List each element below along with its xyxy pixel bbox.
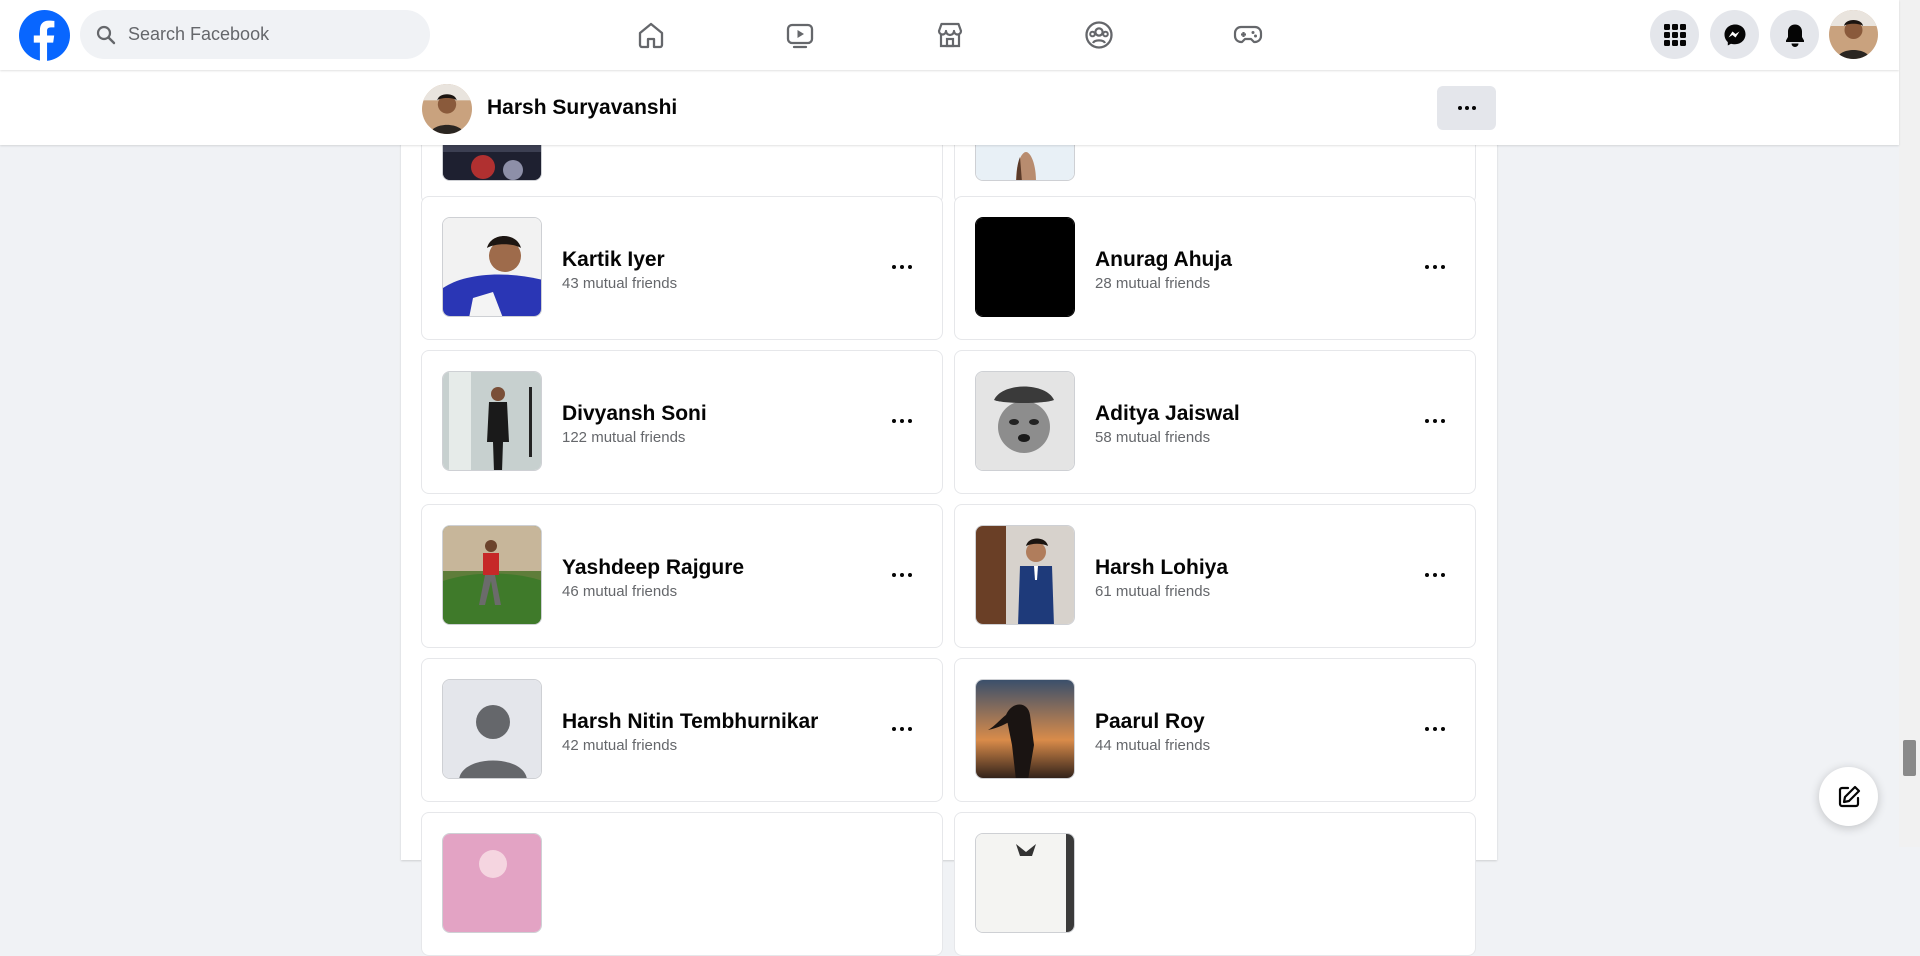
nav-home[interactable] xyxy=(596,8,706,62)
groups-icon xyxy=(1085,21,1113,49)
nav-watch[interactable] xyxy=(745,8,855,62)
profile-header: Harsh Suryavanshi xyxy=(0,70,1899,145)
friend-name[interactable]: Anurag Ahuja xyxy=(1095,248,1232,272)
gaming-icon xyxy=(1233,25,1263,44)
friend-card[interactable]: Harsh Lohiya 61 mutual friends xyxy=(954,504,1476,648)
friend-photo[interactable] xyxy=(442,371,542,471)
friend-name[interactable]: Aditya Jaiswal xyxy=(1095,402,1240,426)
friend-card[interactable]: Aditya Jaiswal 58 mutual friends xyxy=(954,350,1476,494)
friend-options-button[interactable] xyxy=(884,249,920,285)
notifications-button[interactable] xyxy=(1770,10,1819,59)
more-icon xyxy=(1425,419,1445,423)
friend-photo[interactable] xyxy=(975,679,1075,779)
top-navigation-bar xyxy=(0,0,1899,70)
home-icon xyxy=(638,22,664,49)
more-icon xyxy=(1425,727,1445,731)
friend-photo xyxy=(975,833,1075,933)
friend-options-button[interactable] xyxy=(1417,557,1453,593)
more-icon xyxy=(892,265,912,269)
watch-icon xyxy=(786,23,814,49)
friend-card[interactable]: Kartik Iyer 43 mutual friends xyxy=(421,196,943,340)
menu-button[interactable] xyxy=(1650,10,1699,59)
friend-card[interactable]: Yashdeep Rajgure 46 mutual friends xyxy=(421,504,943,648)
more-icon xyxy=(892,419,912,423)
scrollbar-thumb[interactable] xyxy=(1903,740,1916,776)
more-icon xyxy=(892,727,912,731)
more-icon xyxy=(1457,106,1476,110)
more-icon xyxy=(1425,265,1445,269)
facebook-logo-icon[interactable] xyxy=(19,10,70,61)
mutual-friends-count[interactable]: 43 mutual friends xyxy=(562,275,677,292)
friend-card-partial[interactable] xyxy=(954,812,1476,956)
friend-photo[interactable] xyxy=(975,525,1075,625)
messenger-icon xyxy=(1724,24,1745,45)
friend-card-partial[interactable] xyxy=(421,812,943,956)
friend-card[interactable]: Anurag Ahuja 28 mutual friends xyxy=(954,196,1476,340)
profile-more-button[interactable] xyxy=(1437,86,1496,130)
search-icon xyxy=(96,25,116,45)
friend-photo[interactable] xyxy=(442,217,542,317)
profile-avatar[interactable] xyxy=(422,84,472,134)
nav-groups[interactable] xyxy=(1044,8,1154,62)
new-message-button[interactable] xyxy=(1819,767,1878,826)
friend-photo xyxy=(442,833,542,933)
more-icon xyxy=(1425,573,1445,577)
account-avatar[interactable] xyxy=(1829,10,1878,59)
default-avatar-icon xyxy=(443,680,541,778)
scrollbar-track[interactable] xyxy=(1899,0,1920,847)
friend-name[interactable]: Kartik Iyer xyxy=(562,248,665,272)
friend-options-button[interactable] xyxy=(1417,403,1453,439)
friend-card[interactable]: Divyansh Soni 122 mutual friends xyxy=(421,350,943,494)
friend-photo[interactable] xyxy=(442,679,542,779)
messenger-button[interactable] xyxy=(1710,10,1759,59)
mutual-friends-count[interactable]: 61 mutual friends xyxy=(1095,583,1210,600)
friend-card[interactable]: Paarul Roy 44 mutual friends xyxy=(954,658,1476,802)
friend-photo[interactable] xyxy=(442,525,542,625)
friend-name[interactable]: Yashdeep Rajgure xyxy=(562,556,744,580)
mutual-friends-count[interactable]: 42 mutual friends xyxy=(562,737,677,754)
mutual-friends-count[interactable]: 46 mutual friends xyxy=(562,583,677,600)
more-icon xyxy=(892,573,912,577)
search-input[interactable] xyxy=(126,23,410,46)
friend-name[interactable]: Harsh Lohiya xyxy=(1095,556,1228,580)
friend-card[interactable]: Harsh Nitin Tembhurnikar 42 mutual frien… xyxy=(421,658,943,802)
profile-name[interactable]: Harsh Suryavanshi xyxy=(487,96,677,120)
friend-options-button[interactable] xyxy=(1417,249,1453,285)
mutual-friends-count[interactable]: 58 mutual friends xyxy=(1095,429,1210,446)
friend-name[interactable]: Harsh Nitin Tembhurnikar xyxy=(562,710,818,734)
friend-photo[interactable] xyxy=(975,371,1075,471)
marketplace-icon xyxy=(937,22,963,48)
notifications-icon xyxy=(1785,24,1804,47)
friend-options-button[interactable] xyxy=(884,557,920,593)
friend-options-button[interactable] xyxy=(884,403,920,439)
mutual-friends-count[interactable]: 44 mutual friends xyxy=(1095,737,1210,754)
mutual-friends-count[interactable]: 28 mutual friends xyxy=(1095,275,1210,292)
nav-marketplace[interactable] xyxy=(895,8,1005,62)
friend-name[interactable]: Divyansh Soni xyxy=(562,402,707,426)
search-bar[interactable] xyxy=(80,10,430,59)
nav-gaming[interactable] xyxy=(1193,8,1303,62)
friend-options-button[interactable] xyxy=(1417,711,1453,747)
friend-photo[interactable] xyxy=(975,217,1075,317)
friends-list: Kartik Iyer 43 mutual friends Anurag Ahu… xyxy=(401,60,1497,956)
friend-name[interactable]: Paarul Roy xyxy=(1095,710,1205,734)
mutual-friends-count[interactable]: 122 mutual friends xyxy=(562,429,685,446)
menu-grid-icon xyxy=(1663,23,1686,46)
friend-options-button[interactable] xyxy=(884,711,920,747)
compose-icon xyxy=(1838,785,1860,807)
